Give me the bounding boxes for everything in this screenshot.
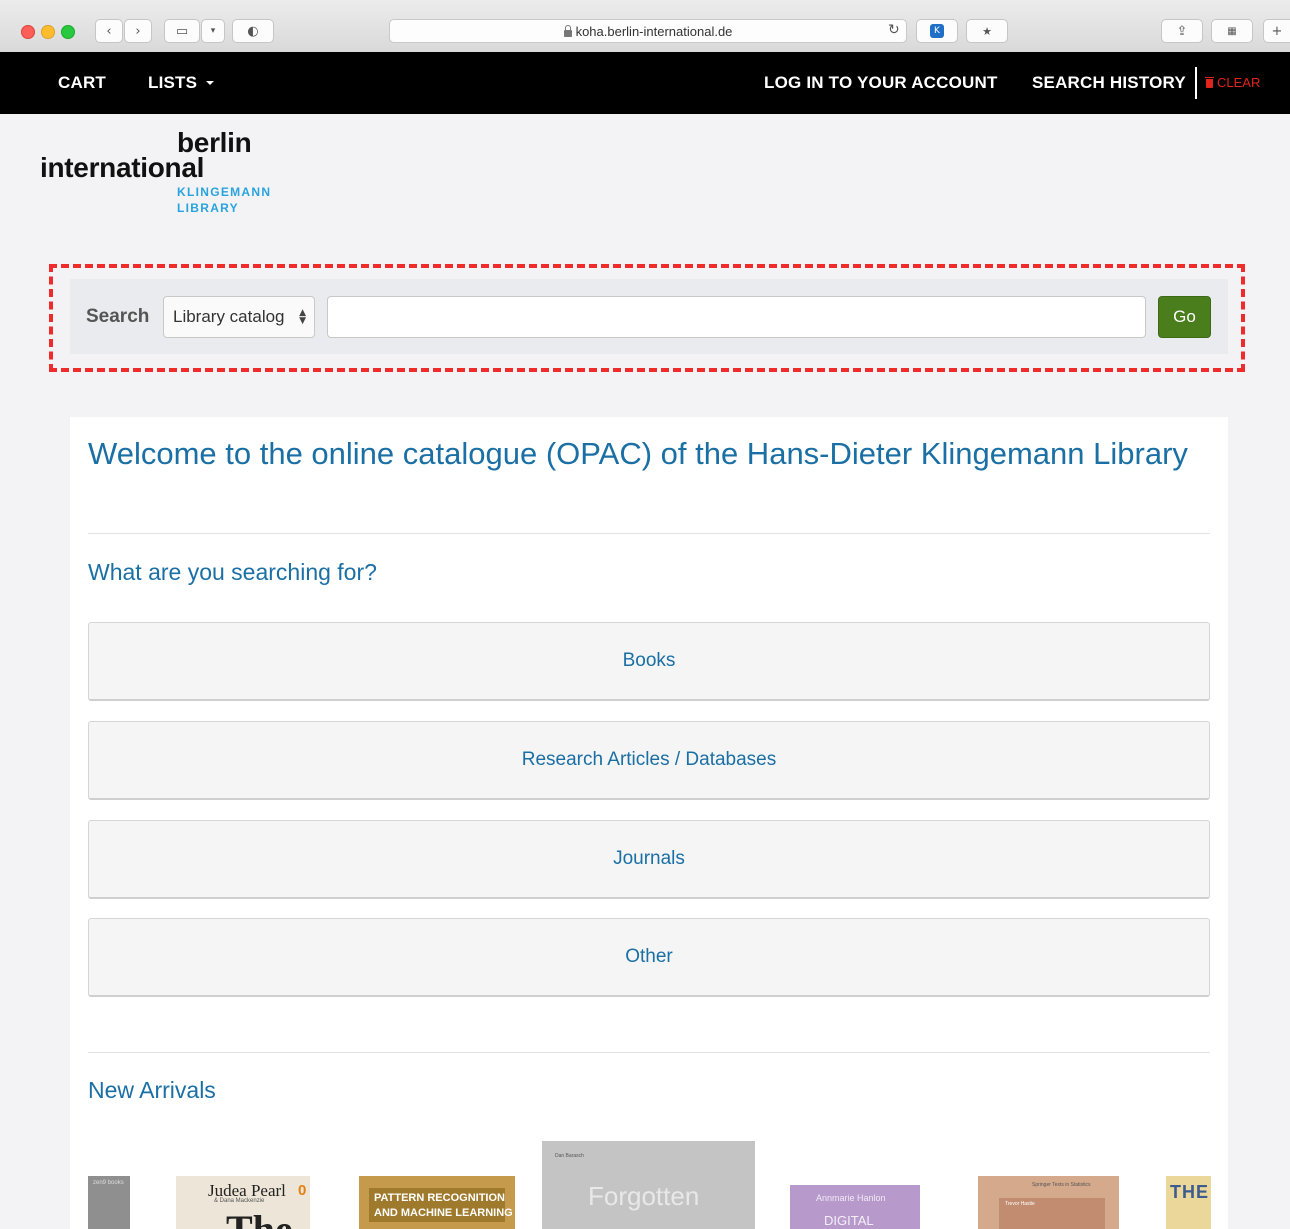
category-other-button[interactable]: Other [88, 918, 1210, 997]
category-books-button[interactable]: Books [88, 622, 1210, 701]
password-extension-button[interactable]: K [916, 19, 958, 43]
cover-author: Trevor Hastie [1005, 1201, 1035, 1207]
book-cover[interactable]: Annmarie Hanlon DIGITAL [790, 1185, 920, 1229]
cover-badge: 0 [298, 1182, 307, 1199]
share-button[interactable]: ⇪ [1161, 19, 1203, 43]
welcome-heading: Welcome to the online catalogue (OPAC) o… [88, 436, 1188, 471]
new-arrivals-heading: New Arrivals [88, 1077, 216, 1103]
cover-text: zen9 books [93, 1180, 124, 1186]
search-prompt-heading: What are you searching for? [88, 559, 377, 585]
book-cover[interactable]: PATTERN RECOGNITION AND MACHINE LEARNING [359, 1176, 515, 1229]
cart-link[interactable]: CART [58, 73, 106, 93]
logo-line-klingemann: KLINGEMANN [177, 185, 272, 199]
book-cover[interactable]: zen9 books [88, 1176, 130, 1229]
top-navbar: CART LISTS LOG IN TO YOUR ACCOUNT SEARCH… [0, 52, 1290, 114]
logo-line-library: LIBRARY [177, 201, 239, 215]
cover-title-line1: PATTERN RECOGNITION [374, 1192, 505, 1204]
category-journals-button[interactable]: Journals [88, 820, 1210, 899]
trash-icon [1205, 77, 1214, 88]
minimize-window-icon[interactable] [41, 25, 55, 39]
cover-coauthor: & Dana Mackenzie [214, 1198, 265, 1204]
grid-icon: ▦ [1227, 25, 1237, 37]
address-text: koha.berlin-international.de [575, 23, 733, 39]
forward-button[interactable]: › [124, 19, 152, 43]
lists-menu[interactable]: LISTS [148, 73, 215, 93]
lists-label: LISTS [148, 73, 198, 92]
chevron-down-icon: ▾ [210, 26, 216, 36]
star-icon: ★ [982, 24, 992, 38]
nav-divider [1195, 67, 1197, 99]
chevron-left-icon: ‹ [106, 23, 112, 39]
new-tab-button[interactable]: + [1263, 19, 1290, 43]
cover-title: DIGITAL [824, 1213, 874, 1228]
login-link[interactable]: LOG IN TO YOUR ACCOUNT [764, 73, 998, 93]
sidebar-menu-button[interactable]: ▾ [201, 19, 225, 43]
chevron-right-icon: › [135, 23, 141, 39]
sidebar-toggle-button[interactable]: ▭ [164, 19, 200, 43]
keepass-icon: K [930, 24, 944, 38]
search-history-link[interactable]: SEARCH HISTORY [1032, 73, 1186, 93]
share-icon: ⇪ [1176, 23, 1188, 39]
cover-title: Forgotten [588, 1181, 700, 1211]
cover-title: THE [1170, 1182, 1209, 1202]
clear-history-link[interactable]: CLEAR [1205, 75, 1261, 90]
library-logo[interactable]: berlin international KLINGEMANN LIBRARY [40, 127, 300, 217]
cover-author: Dan Barasch [555, 1153, 584, 1159]
highlight-box [49, 264, 1245, 372]
privacy-button[interactable]: ◐ [232, 19, 274, 43]
clear-label: CLEAR [1217, 75, 1261, 90]
divider [88, 1052, 1210, 1053]
shield-icon: ◐ [247, 23, 259, 39]
divider [88, 533, 1210, 534]
bookmark-extension-button[interactable]: ★ [966, 19, 1008, 43]
sidebar-icon: ▭ [175, 23, 189, 39]
book-cover[interactable]: THE [1166, 1176, 1211, 1229]
reload-icon[interactable]: ↻ [888, 22, 900, 38]
tab-overview-button[interactable]: ▦ [1211, 19, 1253, 43]
browser-toolbar: ‹ › ▭ ▾ ◐ koha.berlin-international.de ↻… [0, 0, 1290, 53]
cover-series: Springer Texts in Statistics [1032, 1182, 1091, 1188]
back-button[interactable]: ‹ [95, 19, 123, 43]
address-bar[interactable]: koha.berlin-international.de [389, 19, 907, 43]
logo-line-international: international [40, 152, 205, 183]
cover-title: The [226, 1206, 293, 1229]
zoom-window-icon[interactable] [61, 25, 75, 39]
caret-down-icon [206, 81, 215, 85]
cover-author: Annmarie Hanlon [816, 1193, 886, 1203]
lock-icon [563, 24, 572, 37]
category-research-articles-button[interactable]: Research Articles / Databases [88, 721, 1210, 800]
plus-icon: + [1271, 23, 1283, 39]
book-cover[interactable]: Springer Texts in Statistics Trevor Hast… [978, 1176, 1119, 1229]
close-window-icon[interactable] [21, 25, 35, 39]
cover-title-line2: AND MACHINE LEARNING [374, 1207, 513, 1219]
book-cover[interactable]: Judea Pearl & Dana Mackenzie 0 The [176, 1176, 310, 1229]
book-cover[interactable]: Dan Barasch Forgotten [542, 1141, 755, 1229]
